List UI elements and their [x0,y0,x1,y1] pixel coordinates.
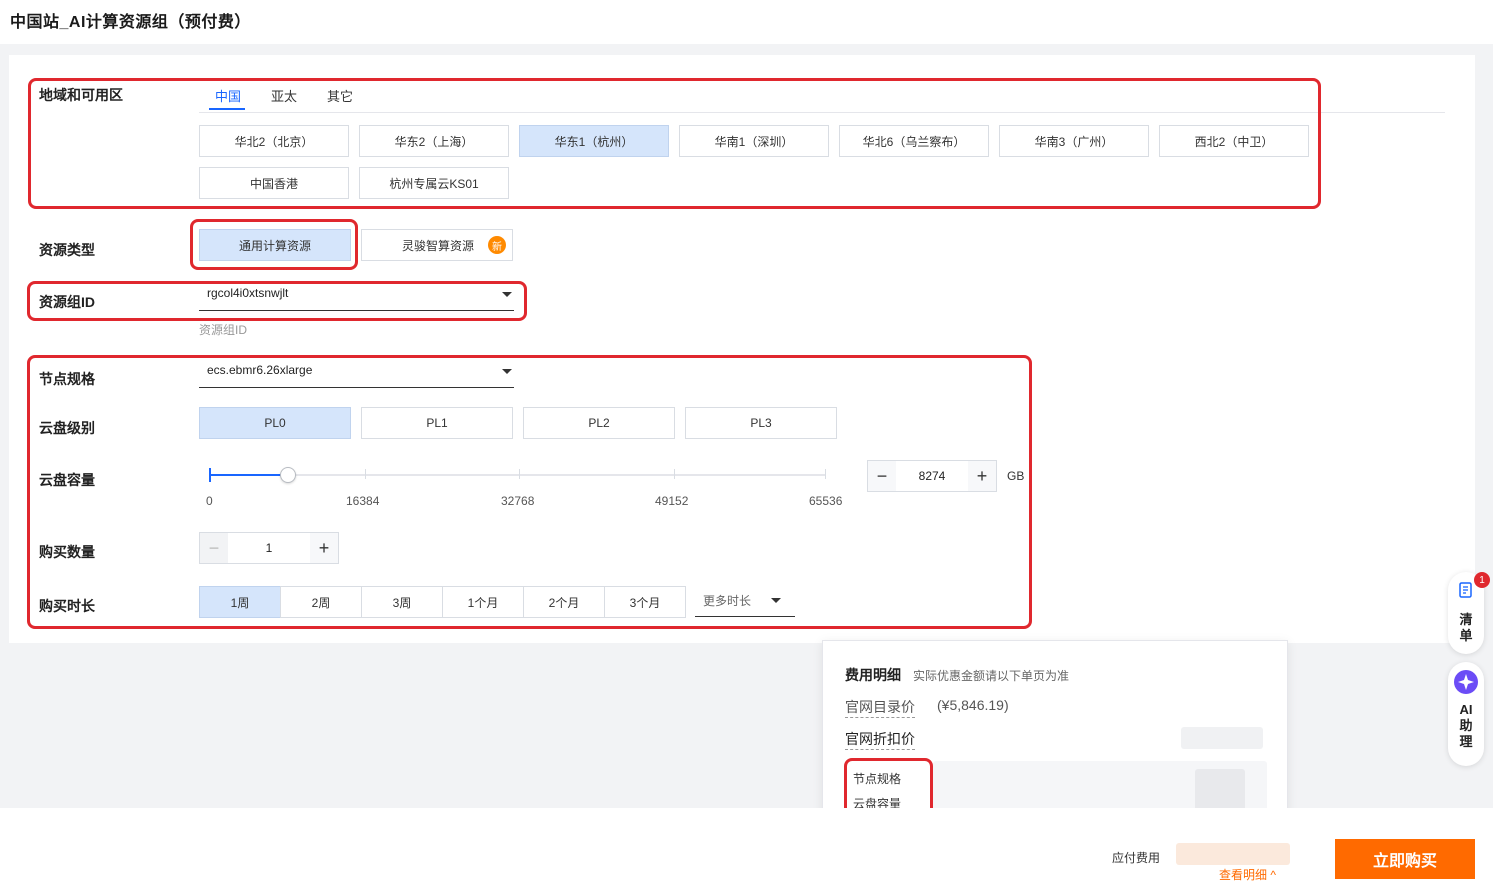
region-option[interactable]: 华北2（北京） [199,125,349,157]
duration-option[interactable]: 3个月 [604,586,686,618]
region-label: 地域和可用区 [39,87,123,103]
cost-note: 实际优惠金额请以下单页为准 [913,669,1070,683]
new-badge: 新 [488,236,506,254]
capacity-unit: GB [1007,469,1025,483]
cost-title: 费用明细 [845,667,901,683]
duration-label: 购买时长 [39,598,95,614]
duration-option[interactable]: 3周 [361,586,443,618]
capacity-minus-button[interactable]: − [868,461,896,491]
resource-type-general[interactable]: 通用计算资源 [199,229,351,261]
tick-label: 65536 [809,494,843,508]
capacity-input[interactable]: 8274 [896,461,968,491]
ai-sparkle-icon [1454,670,1478,694]
more-duration-select[interactable]: 更多时长 [695,589,795,617]
quantity-input[interactable]: 1 [228,533,310,563]
disk-level-pl2[interactable]: PL2 [523,407,675,439]
cart-count-badge: 1 [1474,572,1490,588]
duration-option-selected[interactable]: 1周 [199,586,281,618]
page-title: 中国站_AI计算资源组（预付费） [10,14,251,31]
node-spec-value: ecs.ebmr6.26xlarge [207,363,313,377]
tick-label: 49152 [655,494,689,508]
cart-label: 清单 [1459,612,1473,643]
node-spec-label: 节点规格 [39,371,95,387]
slider-tick [674,469,675,479]
disk-level-label: 云盘级别 [39,420,95,436]
region-option[interactable]: 杭州专属云KS01 [359,167,509,199]
chevron-down-icon [502,369,512,374]
duration-option[interactable]: 2个月 [523,586,605,618]
tick-label: 16384 [346,494,380,508]
capacity-slider-start [209,468,211,482]
ai-assistant-label: AI助理 [1459,702,1473,749]
buy-now-button[interactable]: 立即购买 [1335,839,1475,879]
region-option[interactable]: 西北2（中卫） [1159,125,1309,157]
slider-tick [365,469,366,479]
list-price-value: (¥5,846.19) [937,697,1009,713]
view-detail-link[interactable]: 查看明细 ^ [1219,866,1276,883]
tab-asia-pacific[interactable]: 亚太 [271,86,297,105]
blurred-total-price [1176,843,1290,865]
disk-level-pl1[interactable]: PL1 [361,407,513,439]
resource-type-label: 资源类型 [39,242,95,258]
capacity-slider-track[interactable] [210,474,826,476]
capacity-plus-button[interactable]: + [968,461,996,491]
tab-china[interactable]: 中国 [215,86,241,105]
quantity-plus-button[interactable]: + [310,533,338,563]
duration-option[interactable]: 2周 [280,586,362,618]
region-tabs: 中国 亚太 其它 [199,80,1445,113]
tick-label: 0 [206,494,213,508]
ai-assistant-button[interactable]: AI助理 [1448,662,1484,766]
slider-tick [825,469,826,479]
quantity-label: 购买数量 [39,544,95,560]
node-spec-select[interactable]: ecs.ebmr6.26xlarge [199,360,514,388]
region-option-selected[interactable]: 华东1（杭州） [519,125,669,157]
capacity-stepper: − 8274 + [867,460,997,492]
disk-capacity-label: 云盘容量 [39,472,95,488]
resource-group-value: rgcol4i0xtsnwjlt [207,286,289,300]
disk-level-pl3[interactable]: PL3 [685,407,837,439]
chevron-down-icon [502,292,512,297]
quantity-stepper: − 1 + [199,532,339,564]
resource-type-lingjun-label: 灵骏智算资源 [402,238,475,253]
duration-option[interactable]: 1个月 [442,586,524,618]
active-tab-indicator [209,108,245,110]
region-option[interactable]: 华东2（上海） [359,125,509,157]
capacity-slider-handle[interactable] [279,467,296,483]
resource-group-label: 资源组ID [39,294,95,310]
region-option[interactable]: 华北6（乌兰察布） [839,125,989,157]
top-bar: 中国站_AI计算资源组（预付费） [0,0,1493,44]
list-icon [1459,582,1472,598]
region-option[interactable]: 华南1（深圳） [679,125,829,157]
capacity-slider-fill [210,474,288,476]
blurred-item-price [1195,769,1245,813]
cost-detail-panel: 费用明细 实际优惠金额请以下单页为准 官网目录价 (¥5,846.19) 官网折… [822,640,1288,836]
region-option[interactable]: 华南3（广州） [999,125,1149,157]
quantity-minus-button[interactable]: − [200,533,228,563]
cost-item-node-spec: 节点规格 [853,772,902,786]
tab-other[interactable]: 其它 [327,86,353,105]
resource-group-hint: 资源组ID [199,323,248,337]
list-price-label: 官网目录价 [845,697,915,718]
payable-label: 应付费用 [1112,851,1161,865]
more-duration-label: 更多时长 [703,594,752,608]
slider-tick [519,469,520,479]
resource-group-select[interactable]: rgcol4i0xtsnwjlt [199,283,514,311]
disk-level-pl0[interactable]: PL0 [199,407,351,439]
discount-price-label: 官网折扣价 [845,729,915,750]
blurred-price [1181,727,1263,749]
chevron-down-icon [771,598,781,603]
tick-label: 32768 [501,494,535,508]
region-option[interactable]: 中国香港 [199,167,349,199]
